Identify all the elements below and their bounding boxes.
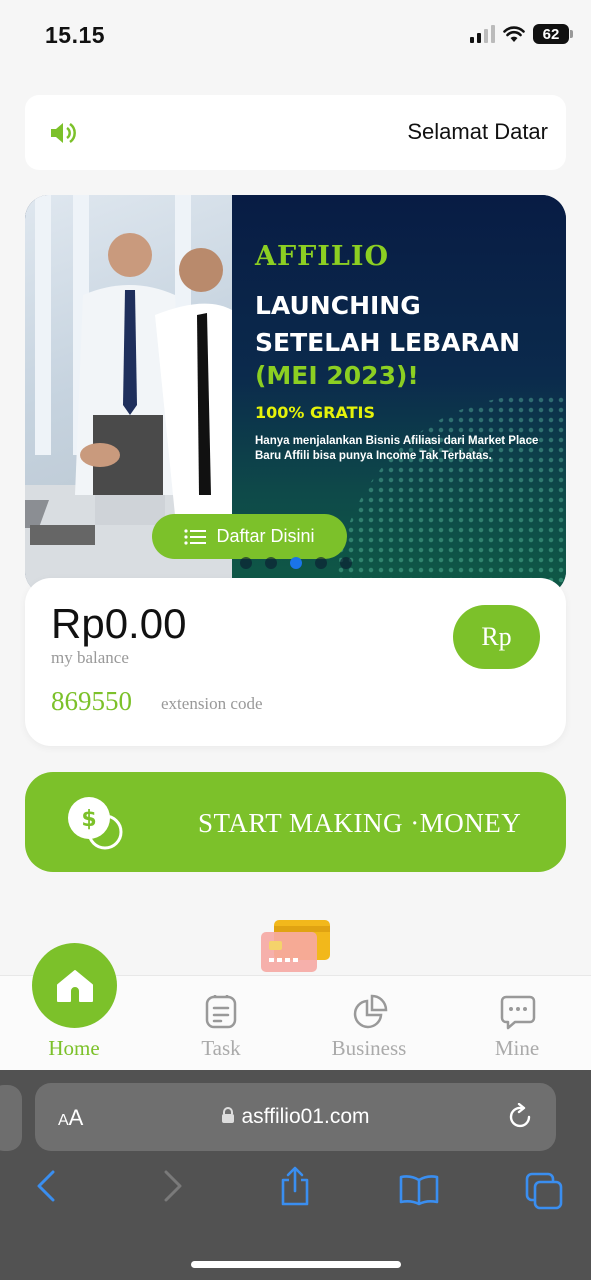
balance-amount: Rp0.00 bbox=[51, 600, 187, 647]
status-time: 15.15 bbox=[45, 22, 106, 48]
announcement-text: Selamat Datar bbox=[407, 119, 548, 144]
pie-chart-icon bbox=[353, 994, 388, 1029]
promo-banner[interactable]: AFFILIO LAUNCHING SETELAH LEBARAN (MEI 2… bbox=[25, 195, 566, 595]
banner-free-label: 100% GRATIS bbox=[255, 403, 375, 422]
banner-brand: AFFILIO bbox=[255, 241, 390, 272]
reload-icon[interactable] bbox=[508, 1103, 534, 1131]
carousel-dot-active[interactable] bbox=[290, 557, 302, 569]
start-making-money-label: START MAKING ·MONEY bbox=[198, 808, 522, 838]
bookmarks-icon[interactable] bbox=[399, 1174, 439, 1206]
home-icon bbox=[56, 969, 93, 1002]
battery-icon: 62 bbox=[533, 24, 573, 44]
previous-tab-edge[interactable] bbox=[0, 1085, 22, 1151]
register-here-button[interactable]: Daftar Disini bbox=[152, 514, 347, 559]
cellular-signal-icon bbox=[470, 25, 495, 43]
extension-code-value: 869550 bbox=[51, 686, 132, 716]
tab-business-label: Business bbox=[331, 1036, 407, 1060]
tab-task-label: Task bbox=[201, 1036, 241, 1060]
speaker-icon bbox=[51, 122, 76, 144]
banner-headline-line1: LAUNCHING bbox=[255, 291, 421, 320]
back-icon[interactable] bbox=[35, 1170, 57, 1202]
browser-toolbar: AA asffilio01.com bbox=[0, 1070, 591, 1280]
chat-bubble-icon bbox=[500, 995, 536, 1030]
status-icons: 62 bbox=[470, 24, 573, 44]
lock-icon bbox=[222, 1107, 235, 1123]
carousel-dot[interactable] bbox=[340, 557, 352, 569]
start-making-money-button[interactable]: $ START MAKING ·MONEY bbox=[25, 772, 566, 872]
recharge-button[interactable]: Rp bbox=[453, 605, 540, 669]
wifi-icon bbox=[503, 26, 525, 42]
tabs-icon[interactable] bbox=[525, 1172, 563, 1210]
cards-icon bbox=[261, 920, 330, 972]
carousel-dot[interactable] bbox=[265, 557, 277, 569]
home-indicator bbox=[191, 1261, 401, 1268]
coin-dollar-icon: $ bbox=[68, 797, 123, 850]
balance-card: Rp0.00 my balance 869550 extension code … bbox=[25, 578, 566, 746]
banner-headline-line2: SETELAH LEBARAN bbox=[255, 328, 521, 357]
carousel-dot[interactable] bbox=[315, 557, 327, 569]
decorative-dots bbox=[336, 395, 566, 595]
tab-mine-label: Mine bbox=[494, 1036, 540, 1060]
announcement-bar: Selamat Datar bbox=[25, 95, 566, 170]
balance-label: my balance bbox=[51, 648, 129, 667]
status-bar: 15.15 62 bbox=[0, 0, 591, 72]
share-icon[interactable] bbox=[278, 1166, 312, 1206]
register-here-label: Daftar Disini bbox=[216, 526, 315, 546]
carousel-pagination[interactable] bbox=[240, 557, 352, 569]
url-text: asffilio01.com bbox=[241, 1105, 370, 1128]
list-icon bbox=[184, 528, 207, 545]
banner-date: (MEI 2023)! bbox=[255, 361, 419, 390]
home-button[interactable] bbox=[32, 943, 117, 1028]
tab-home-label: Home bbox=[48, 1036, 100, 1060]
carousel-dot[interactable] bbox=[240, 557, 252, 569]
svg-text:$: $ bbox=[81, 807, 96, 832]
banner-headline: LAUNCHING SETELAH LEBARAN bbox=[255, 287, 520, 361]
task-icon bbox=[205, 995, 237, 1029]
url-display[interactable]: asffilio01.com bbox=[35, 1105, 556, 1129]
banner-description: Hanya menjalankan Bisnis Afiliasi dari M… bbox=[255, 435, 539, 462]
extension-code-label: extension code bbox=[161, 694, 263, 713]
address-bar[interactable]: AA asffilio01.com bbox=[35, 1083, 556, 1151]
forward-icon[interactable] bbox=[162, 1170, 184, 1202]
